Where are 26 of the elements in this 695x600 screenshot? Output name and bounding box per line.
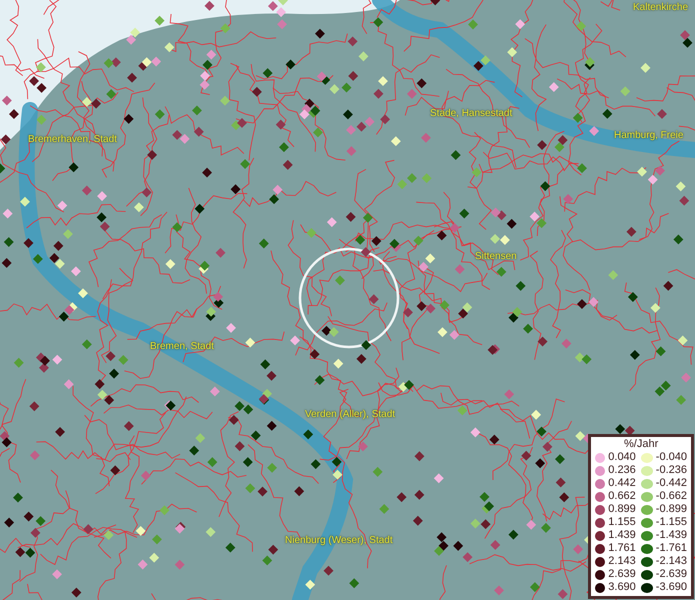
legend-value: 0.442 [608, 477, 636, 490]
legend-value: -2.143 [656, 555, 687, 568]
legend-value: -3.690 [656, 581, 687, 594]
legend-value: 0.040 [608, 451, 636, 464]
legend-value: -0.899 [656, 503, 687, 516]
legend-value: 1.155 [608, 516, 636, 529]
legend-value: 0.899 [608, 503, 636, 516]
legend-value: 1.761 [608, 542, 636, 555]
legend-value: 1.439 [608, 529, 636, 542]
legend-value: 3.690 [608, 581, 636, 594]
legend-value: -0.442 [656, 477, 687, 490]
legend-value: -0.662 [656, 490, 687, 503]
legend-value: -1.761 [656, 542, 687, 555]
place-label: Kaltenkirche [633, 2, 688, 13]
place-label: Hamburg, Freie [614, 130, 684, 141]
legend-value: -1.155 [656, 516, 687, 529]
legend-value: -0.040 [656, 451, 687, 464]
legend-value: 0.236 [608, 464, 636, 477]
legend-value: 2.143 [608, 555, 636, 568]
legend-value: -1.439 [656, 529, 687, 542]
legend-value: 2.639 [608, 568, 636, 581]
legend-title: %/Jahr [623, 438, 660, 451]
legend-value: -2.639 [656, 568, 687, 581]
place-label: Nienburg (Weser), Stadt [285, 535, 393, 546]
legend-value: -0.236 [656, 464, 687, 477]
legend-value: 0.662 [608, 490, 636, 503]
